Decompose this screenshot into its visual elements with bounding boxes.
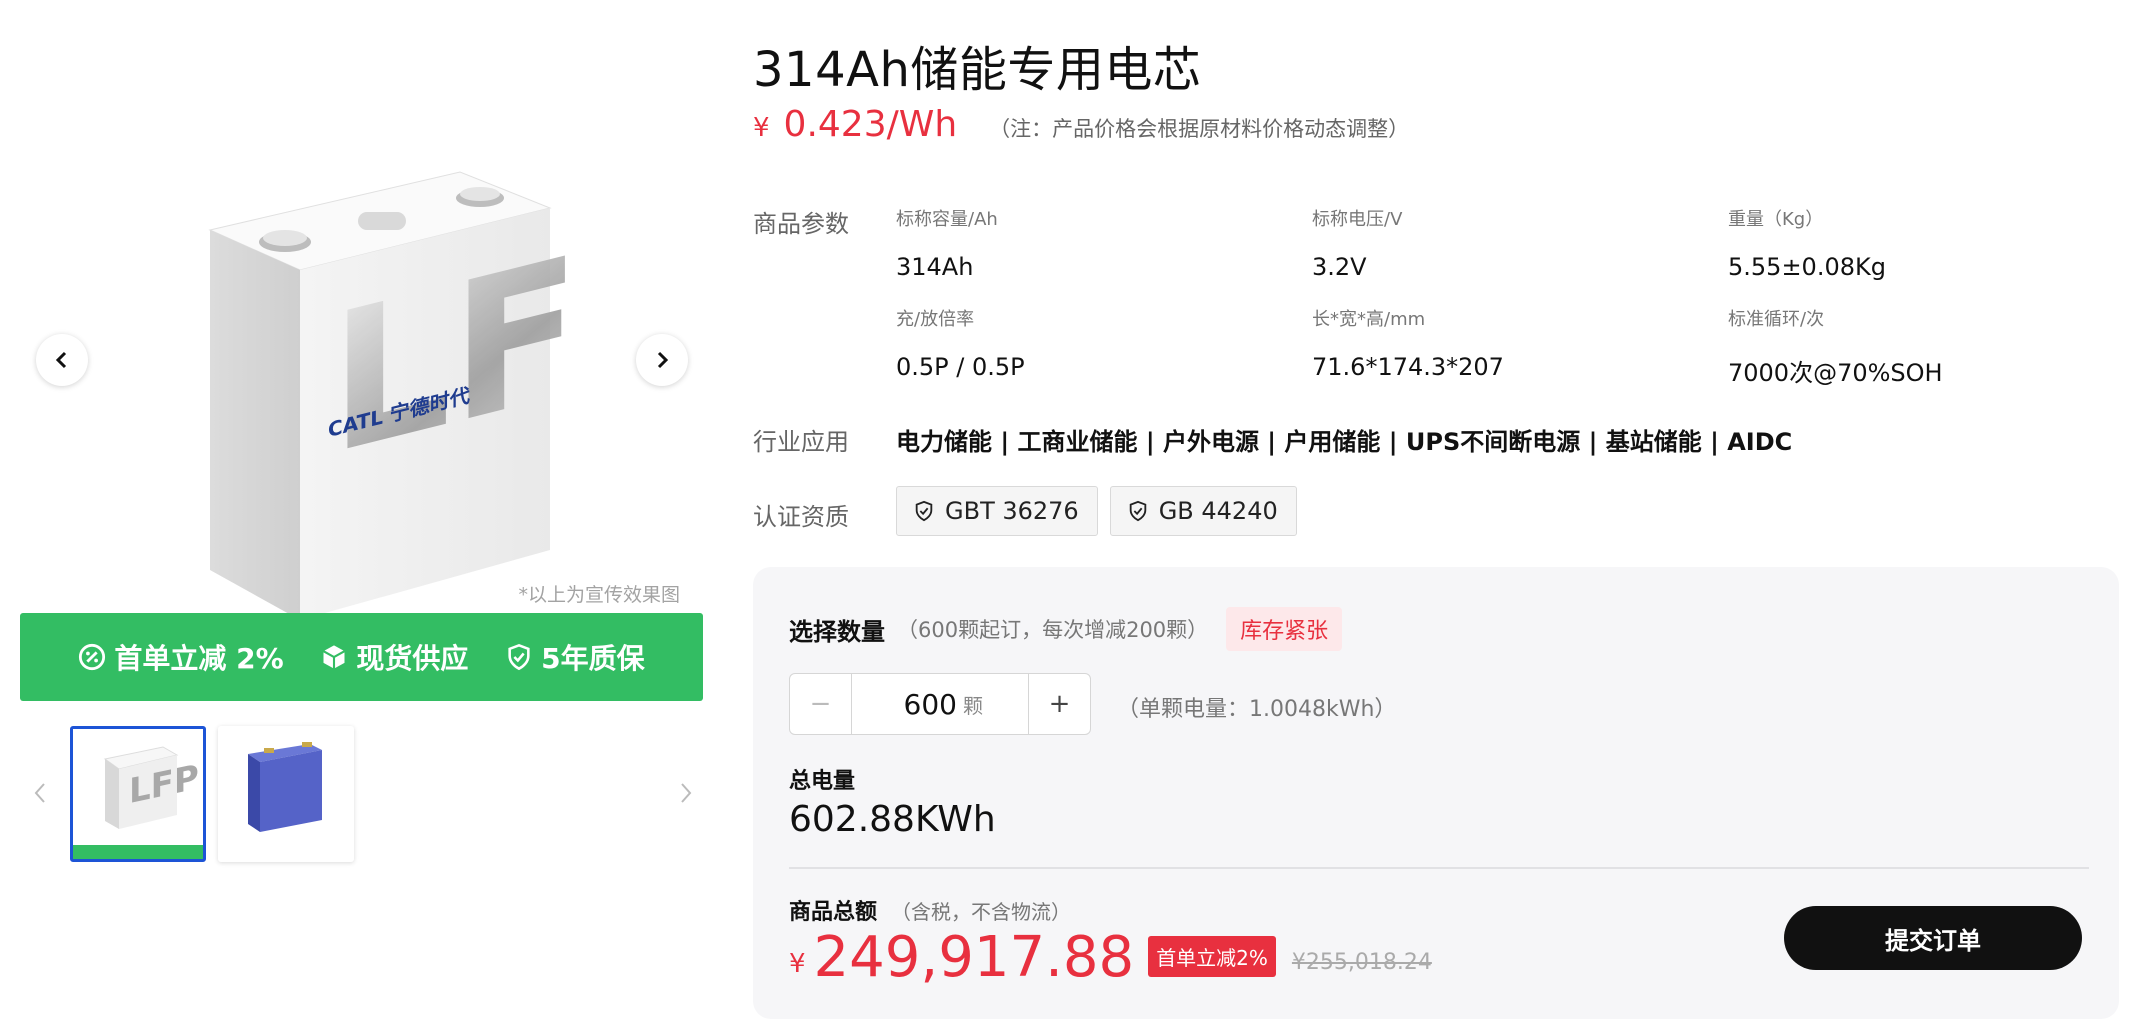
quantity-input[interactable] (897, 687, 957, 721)
promo-label: 5年质保 (541, 642, 645, 675)
param-capacity: 标称容量/Ah 314Ah (896, 205, 1296, 281)
cert-badge: GB 44240 (1109, 486, 1297, 536)
product-gallery: LFP CATL 宁德时代 *以上为宣传效果图 首单立减 2% 现货供应 5年质… (0, 0, 720, 900)
cube-icon (323, 645, 346, 669)
param-label: 标准循环/次 (1728, 309, 1825, 330)
chevron-right-icon (681, 783, 692, 803)
quantity-field: 颗 (852, 674, 1028, 734)
shield-check-icon (1129, 500, 1146, 522)
promo-in-stock: 现货供应 (320, 637, 468, 677)
shield-check-icon (915, 500, 933, 522)
quantity-unit: 颗 (963, 693, 983, 718)
submit-order-button[interactable]: 提交订单 (1784, 906, 2082, 970)
promo-label: 首单立减 2% (114, 642, 284, 675)
param-weight: 重量（Kg） 5.55±0.08Kg (1728, 205, 2128, 281)
gallery-next-button[interactable] (636, 334, 688, 386)
param-voltage: 标称电压/V 3.2V (1312, 205, 1712, 281)
thumbnail-2[interactable] (218, 726, 354, 862)
price-note: （注：产品价格会根据原材料价格动态调整） (989, 117, 1410, 141)
order-total-title: 商品总额 (789, 900, 878, 925)
price-value: 0.423/Wh (783, 104, 958, 145)
gallery-prev-button[interactable] (36, 334, 88, 386)
certifications-list: GBT 36276 GB 44240 (896, 486, 1297, 536)
param-value: 71.6*174.3*207 (1312, 353, 1504, 381)
battery-cell-image: LFP CATL 宁德时代 (208, 171, 580, 620)
param-value: 7000次@70%SOH (1728, 359, 1943, 387)
order-total-note: （含税，不含物流） (891, 900, 1072, 924)
param-label: 重量（Kg） (1728, 209, 1824, 230)
divider (789, 867, 2089, 869)
order-total-currency: ¥ (789, 948, 806, 979)
unit-price: ¥ 0.423/Wh （注：产品价格会根据原材料价格动态调整） (753, 104, 1409, 145)
certifications-label: 认证资质 (753, 503, 849, 531)
discount-icon (79, 643, 106, 671)
quantity-stepper: − 颗 + (789, 673, 1091, 735)
price-currency: ¥ (753, 113, 770, 143)
quantity-title: 选择数量 (789, 617, 885, 646)
quantity-rule: （600颗起订，每次增减200颗） (897, 618, 1209, 642)
total-energy-label: 总电量 (789, 769, 856, 794)
battery-blue-thumbnail (248, 742, 322, 832)
cert-badge: GBT 36276 (896, 486, 1098, 536)
order-total-value: 249,917.88 (813, 925, 1135, 990)
param-value: 3.2V (1312, 253, 1367, 281)
applications-label: 行业应用 (753, 428, 849, 456)
thumb-prev-button[interactable] (26, 775, 54, 811)
order-total: ¥ 249,917.88 首单立减2% ¥255,018.24 (789, 927, 1432, 989)
battery-white-thumbnail: LFP (103, 746, 199, 829)
applications-value: 电力储能 | 工商业储能 | 户外电源 | 户用储能 | UPS不间断电源 | … (896, 428, 1793, 456)
shield-check-icon (508, 643, 530, 671)
params-label: 商品参数 (753, 210, 849, 238)
param-label: 充/放倍率 (896, 309, 975, 330)
param-value: 314Ah (896, 253, 974, 281)
thumbnail-strip: LFP (20, 720, 703, 865)
promo-label: 现货供应 (356, 642, 469, 675)
thumb-next-button[interactable] (672, 775, 700, 811)
param-label: 长*宽*高/mm (1312, 309, 1426, 330)
param-label: 标称容量/Ah (896, 209, 998, 230)
decrease-quantity-button[interactable]: − (790, 674, 852, 734)
image-disclaimer: *以上为宣传效果图 (518, 584, 680, 606)
chevron-left-icon (34, 783, 45, 803)
stock-badge: 库存紧张 (1226, 607, 1343, 651)
thumbnail-1[interactable]: LFP (70, 726, 206, 862)
product-title: 314Ah储能专用电芯 (753, 42, 1202, 98)
promo-bar: 首单立减 2% 现货供应 5年质保 (20, 613, 703, 701)
discount-badge: 首单立减2% (1148, 935, 1276, 977)
param-value: 5.55±0.08Kg (1728, 253, 1886, 281)
total-energy-value: 602.88KWh (789, 799, 996, 840)
param-rate: 充/放倍率 0.5P / 0.5P (896, 305, 1296, 381)
param-value: 0.5P / 0.5P (896, 353, 1025, 381)
param-dimensions: 长*宽*高/mm 71.6*174.3*207 (1312, 305, 1712, 381)
promo-first-order-discount: 首单立减 2% (78, 637, 284, 677)
order-total-header: 商品总额 （含税，不含物流） (789, 894, 1071, 926)
original-price: ¥255,018.24 (1291, 949, 1432, 975)
main-product-image: LFP CATL 宁德时代 (20, 40, 700, 620)
chevron-right-icon (657, 351, 669, 369)
quantity-header: 选择数量 （600颗起订，每次增减200颗） 库存紧张 (789, 607, 1343, 651)
thumbnail-promo-strip (73, 845, 203, 859)
chevron-left-icon (55, 351, 67, 369)
unit-energy: （单颗电量：1.0048kWh） (1117, 697, 1397, 722)
increase-quantity-button[interactable]: + (1028, 674, 1090, 734)
promo-warranty: 5年质保 (505, 637, 645, 677)
param-label: 标称电压/V (1312, 209, 1403, 230)
cert-label: GBT 36276 (945, 497, 1079, 525)
order-panel: 选择数量 （600颗起订，每次增减200颗） 库存紧张 − 颗 + （单颗电量：… (753, 567, 2119, 1019)
cert-label: GB 44240 (1158, 497, 1278, 525)
param-cycles: 标准循环/次 7000次@70%SOH (1728, 305, 2128, 388)
